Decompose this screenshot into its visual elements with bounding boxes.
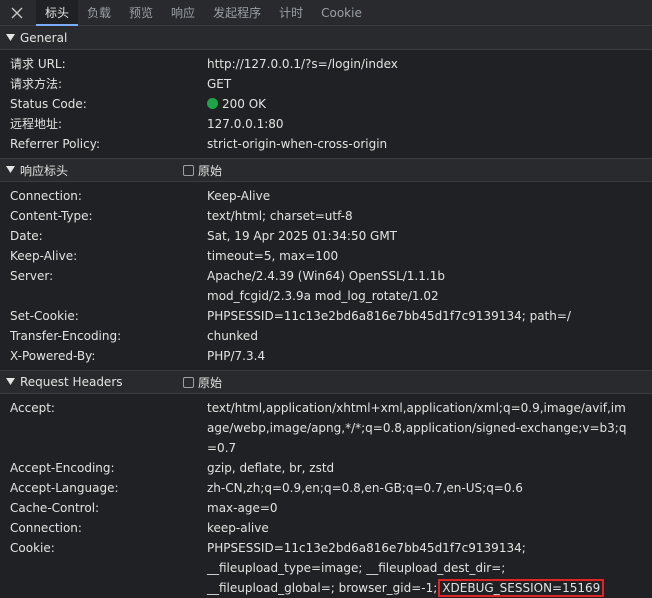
general-section-header[interactable]: General (0, 26, 652, 50)
header-value: gzip, deflate, br, zstd (207, 461, 335, 475)
header-value: chunked (207, 329, 258, 343)
tab-initiator[interactable]: 发起程序 (204, 0, 270, 25)
header-key: 请求方法: (10, 77, 63, 91)
header-key: Content-Type: (10, 209, 93, 223)
header-key: Server: (10, 269, 54, 283)
raw-label: 原始 (198, 375, 223, 390)
header-value: http://127.0.0.1/?s=/login/index (207, 57, 398, 71)
expand-triangle-icon[interactable] (6, 166, 16, 174)
header-value-cookie: PHPSESSID=11c13e2bd6a816e7bb45d1f7c91391… (207, 538, 627, 598)
section-title: 响应标头 (20, 163, 69, 178)
tab-timing[interactable]: 计时 (270, 0, 312, 25)
header-row: Status Code: 200 OK (0, 94, 652, 114)
header-row: X-Powered-By: PHP/7.3.4 (0, 346, 652, 366)
header-row: Cache-Control: max-age=0 (0, 498, 652, 518)
header-row: Accept: text/html,application/xhtml+xml,… (0, 398, 652, 458)
general-rows: 请求 URL: http://127.0.0.1/?s=/login/index… (0, 50, 652, 158)
header-row: Server: Apache/2.4.39 (Win64) OpenSSL/1.… (0, 266, 652, 306)
header-value: GET (207, 77, 232, 91)
header-value: PHP/7.3.4 (207, 349, 266, 363)
header-key: Cookie: (10, 541, 55, 555)
header-value: Apache/2.4.39 (Win64) OpenSSL/1.1.1b mod… (207, 269, 445, 303)
header-row: Content-Type: text/html; charset=utf-8 (0, 206, 652, 226)
header-value-status: 200 OK (207, 94, 639, 114)
header-value: timeout=5, max=100 (207, 249, 339, 263)
request-headers-section-header[interactable]: Request Headers 原始 (0, 370, 652, 394)
request-header-rows: Accept: text/html,application/xhtml+xml,… (0, 394, 652, 598)
tab-payload[interactable]: 负载 (78, 0, 120, 25)
header-value: keep-alive (207, 521, 269, 535)
response-headers-section-header[interactable]: 响应标头 原始 (0, 158, 652, 182)
tab-cookie[interactable]: Cookie (312, 0, 371, 25)
section-title: Request Headers (20, 375, 123, 389)
header-value: text/html,application/xhtml+xml,applicat… (207, 401, 627, 455)
xdebug-session-highlight: XDEBUG_SESSION=15169 (438, 579, 605, 597)
status-ok-icon (207, 98, 218, 109)
raw-label: 原始 (198, 163, 223, 178)
header-row: Keep-Alive: timeout=5, max=100 (0, 246, 652, 266)
header-value: Sat, 19 Apr 2025 01:34:50 GMT (207, 229, 398, 243)
header-row: Accept-Encoding: gzip, deflate, br, zstd (0, 458, 652, 478)
header-row-cookie: Cookie: PHPSESSID=11c13e2bd6a816e7bb45d1… (0, 538, 652, 598)
header-row: Connection: keep-alive (0, 518, 652, 538)
expand-triangle-icon[interactable] (6, 378, 16, 386)
header-key: Connection: (10, 521, 82, 535)
raw-checkbox[interactable] (183, 376, 194, 388)
header-key: Connection: (10, 189, 82, 203)
header-value: text/html; charset=utf-8 (207, 209, 353, 223)
header-key: Transfer-Encoding: (10, 329, 122, 343)
raw-toggle[interactable]: 原始 (183, 159, 222, 181)
header-row: Date: Sat, 19 Apr 2025 01:34:50 GMT (0, 226, 652, 246)
header-key: Status Code: (10, 97, 87, 111)
header-key: Accept-Language: (10, 481, 119, 495)
header-key: Date: (10, 229, 43, 243)
response-header-rows: Connection: Keep-Alive Content-Type: tex… (0, 182, 652, 370)
header-value: PHPSESSID=11c13e2bd6a816e7bb45d1f7c91391… (207, 309, 571, 323)
tab-preview[interactable]: 预览 (120, 0, 162, 25)
header-key: Accept: (10, 401, 55, 415)
header-row: Connection: Keep-Alive (0, 186, 652, 206)
header-row: Transfer-Encoding: chunked (0, 326, 652, 346)
section-title: General (20, 30, 68, 45)
header-value: zh-CN,zh;q=0.9,en;q=0.8,en-GB;q=0.7,en-U… (207, 481, 523, 495)
header-row: Referrer Policy: strict-origin-when-cros… (0, 134, 652, 154)
header-value: 127.0.0.1:80 (207, 117, 284, 131)
close-icon[interactable] (0, 0, 34, 25)
header-key: Cache-Control: (10, 501, 100, 515)
tab-headers[interactable]: 标头 (36, 0, 79, 26)
header-value: Keep-Alive (207, 189, 271, 203)
header-key: Keep-Alive: (10, 249, 78, 263)
raw-toggle[interactable]: 原始 (183, 371, 222, 393)
header-key: Referrer Policy: (10, 137, 100, 151)
header-key: Set-Cookie: (10, 309, 79, 323)
expand-triangle-icon[interactable] (6, 33, 16, 42)
header-value: max-age=0 (207, 501, 278, 515)
header-value: strict-origin-when-cross-origin (207, 137, 388, 151)
header-key: 远程地址: (10, 117, 63, 131)
header-key: Accept-Encoding: (10, 461, 115, 475)
header-row: 请求 URL: http://127.0.0.1/?s=/login/index (0, 54, 652, 74)
status-text: 200 OK (222, 97, 267, 111)
raw-checkbox[interactable] (183, 164, 194, 176)
header-row: Accept-Language: zh-CN,zh;q=0.9,en;q=0.8… (0, 478, 652, 498)
tab-response[interactable]: 响应 (162, 0, 204, 25)
header-key: X-Powered-By: (10, 349, 96, 363)
devtools-tabbar: 标头 负载 预览 响应 发起程序 计时 Cookie (0, 0, 652, 26)
header-row: 请求方法: GET (0, 74, 652, 94)
header-row: 远程地址: 127.0.0.1:80 (0, 114, 652, 134)
header-row: Set-Cookie: PHPSESSID=11c13e2bd6a816e7bb… (0, 306, 652, 326)
header-key: 请求 URL: (10, 57, 66, 71)
